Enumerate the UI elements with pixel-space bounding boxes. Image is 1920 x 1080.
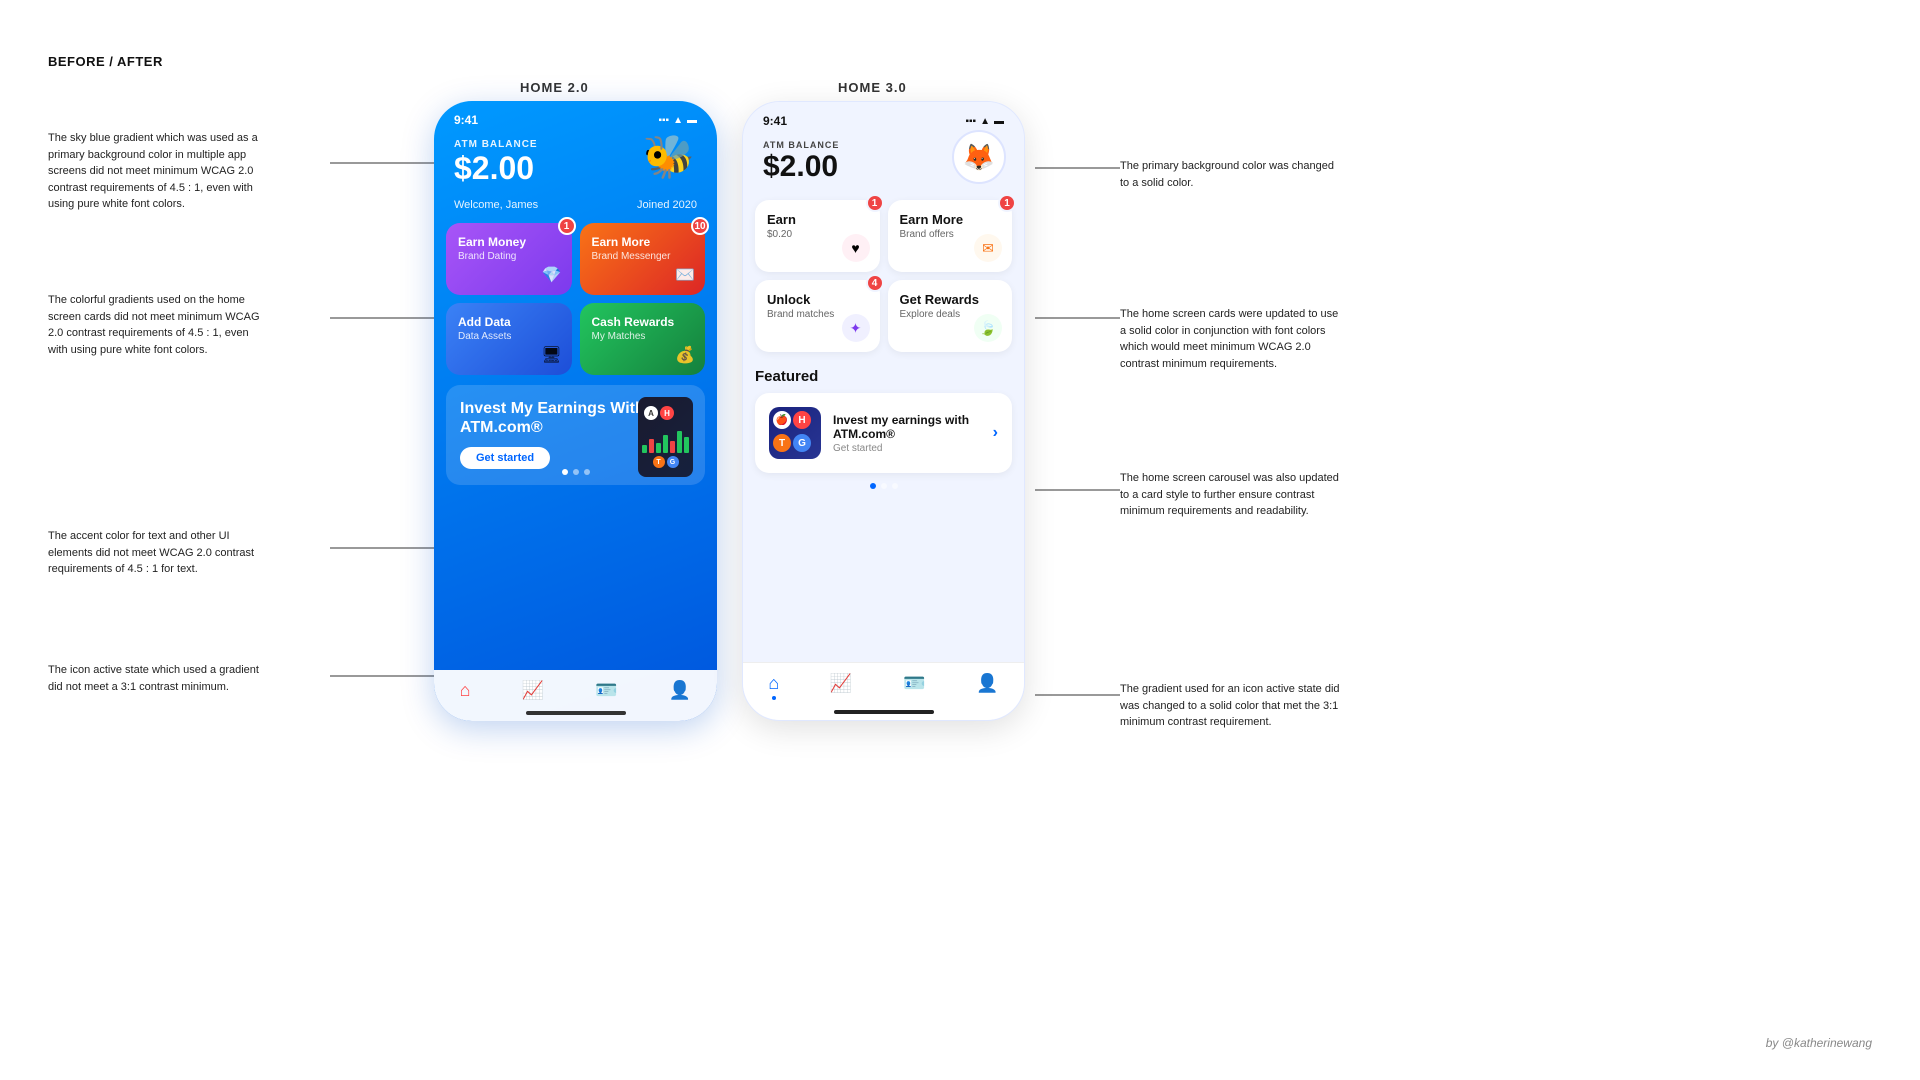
card-get-rewards[interactable]: Get Rewards Explore deals 🍃 bbox=[888, 280, 1013, 352]
home3-label: HOME 3.0 bbox=[838, 80, 907, 95]
featured-thumb: 🍎 H T G bbox=[769, 407, 821, 459]
card-get-rewards-title: Get Rewards bbox=[900, 292, 1001, 307]
phone-home3: 9:41 ▪▪▪ ▲ ▬ ATM BALANCE $2.00 🦊 1 Earn … bbox=[742, 101, 1025, 721]
card-earn-money[interactable]: 1 Earn Money Brand Dating 💎 bbox=[446, 223, 572, 295]
featured-title: Featured bbox=[755, 368, 1012, 385]
cards-grid-2: 1 Earn Money Brand Dating 💎 10 Earn More… bbox=[434, 223, 717, 375]
card-nav-icon-3[interactable]: 🪪 bbox=[903, 673, 925, 700]
badge-earn-money: 1 bbox=[558, 217, 576, 235]
unlock-icon: ✦ bbox=[842, 314, 870, 342]
earn-more-icon-3: ✉ bbox=[974, 234, 1002, 262]
cash-rewards-icon: 💰 bbox=[675, 345, 695, 365]
status-bar-3: 9:41 ▪▪▪ ▲ ▬ bbox=[743, 102, 1024, 132]
card-cash-rewards-title: Cash Rewards bbox=[592, 315, 694, 329]
dot3-2 bbox=[881, 483, 887, 489]
brand-apple: 🍎 bbox=[773, 411, 791, 429]
badge-unlock: 4 bbox=[866, 274, 884, 292]
brand-h: H bbox=[793, 411, 811, 429]
time-2: 9:41 bbox=[454, 113, 478, 127]
dot-3 bbox=[584, 469, 590, 475]
mascot-3: 🦊 bbox=[952, 130, 1008, 186]
home-nav-icon[interactable]: ⌂ bbox=[460, 680, 471, 701]
r-annotation-2: The home screen cards were updated to us… bbox=[1120, 306, 1338, 372]
card-earn-more-3[interactable]: 1 Earn More Brand offers ✉ bbox=[888, 200, 1013, 272]
earn-money-icon: 💎 bbox=[542, 265, 562, 285]
card-earn-more[interactable]: 10 Earn More Brand Messenger ✉️ bbox=[580, 223, 706, 295]
brand-g: G bbox=[793, 434, 811, 452]
welcome-text: Welcome, James bbox=[454, 199, 538, 211]
chart-nav-icon[interactable]: 📈 bbox=[522, 680, 544, 701]
card-nav-icon[interactable]: 🪪 bbox=[595, 680, 617, 701]
invest-banner-2: Invest My Earnings With ATM.com® Get sta… bbox=[446, 385, 705, 485]
card-add-data[interactable]: Add Data Data Assets 🖥 bbox=[446, 303, 572, 375]
card-earn-more-sub: Brand Messenger bbox=[592, 251, 694, 262]
feat-sub: Get started bbox=[833, 443, 998, 454]
featured-section: Featured 🍎 H T G Invest my earnings with… bbox=[743, 360, 1024, 497]
badge-earn-more-3: 1 bbox=[998, 194, 1016, 212]
card-earn-more-title-3: Earn More bbox=[900, 212, 1001, 227]
dot-1 bbox=[562, 469, 568, 475]
card-earn-more-title: Earn More bbox=[592, 235, 694, 249]
home-indicator-3 bbox=[834, 710, 934, 714]
attribution: by @katherinewang bbox=[1766, 1036, 1872, 1050]
battery-icon: ▬ bbox=[687, 115, 697, 126]
feat-title: Invest my earnings with ATM.com® bbox=[833, 413, 998, 441]
r-annotation-3: The home screen carousel was also update… bbox=[1120, 470, 1339, 520]
invest-phone-visual: A H T G bbox=[638, 397, 693, 477]
dot3-1 bbox=[870, 483, 876, 489]
status-icons-2: ▪▪▪ ▲ ▬ bbox=[658, 115, 697, 126]
dot-2 bbox=[573, 469, 579, 475]
home-nav-icon-3[interactable]: ⌂ bbox=[768, 673, 779, 694]
phone-home2: 9:41 ▪▪▪ ▲ ▬ ATM BALANCE $2.00 🐝 Welcome… bbox=[434, 101, 717, 721]
card-earn-money-title: Earn Money bbox=[458, 235, 560, 249]
battery-icon-3: ▬ bbox=[994, 116, 1004, 127]
dot3-3 bbox=[892, 483, 898, 489]
earn-icon: ♥ bbox=[842, 234, 870, 262]
brand-t: T bbox=[773, 434, 791, 452]
joined-text: Joined 2020 bbox=[637, 199, 697, 211]
card-cash-rewards-sub: My Matches bbox=[592, 331, 694, 342]
r-annotation-1: The primary background color was changed… bbox=[1120, 158, 1334, 191]
card-cash-rewards[interactable]: Cash Rewards My Matches 💰 bbox=[580, 303, 706, 375]
user-nav-icon-3[interactable]: 👤 bbox=[976, 673, 998, 700]
status-icons-3: ▪▪▪ ▲ ▬ bbox=[965, 116, 1004, 127]
time-3: 9:41 bbox=[763, 114, 787, 128]
featured-card[interactable]: 🍎 H T G Invest my earnings with ATM.com®… bbox=[755, 393, 1012, 473]
wifi-icon-3: ▲ bbox=[980, 116, 990, 127]
annotation-3: The accent color for text and other UI e… bbox=[48, 528, 254, 578]
card-unlock-title: Unlock bbox=[767, 292, 868, 307]
earn-more-icon: ✉️ bbox=[675, 265, 695, 285]
r-annotation-4: The gradient used for an icon active sta… bbox=[1120, 681, 1340, 731]
signal-icon: ▪▪▪ bbox=[658, 115, 669, 126]
status-bar-2: 9:41 ▪▪▪ ▲ ▬ bbox=[434, 101, 717, 131]
chart-nav-icon-3[interactable]: 📈 bbox=[830, 673, 852, 700]
card-add-data-title: Add Data bbox=[458, 315, 560, 329]
page-title: BEFORE / AFTER bbox=[48, 54, 163, 69]
card-add-data-sub: Data Assets bbox=[458, 331, 560, 342]
card-earn-money-sub: Brand Dating bbox=[458, 251, 560, 262]
card-earn-title: Earn bbox=[767, 212, 868, 227]
annotation-4: The icon active state which used a gradi… bbox=[48, 662, 259, 695]
featured-chevron: › bbox=[993, 424, 998, 442]
invest-btn-2[interactable]: Get started bbox=[460, 447, 550, 469]
user-nav-icon[interactable]: 👤 bbox=[669, 680, 691, 701]
badge-earn: 1 bbox=[866, 194, 884, 212]
get-rewards-icon: 🍃 bbox=[974, 314, 1002, 342]
home2-label: HOME 2.0 bbox=[520, 80, 589, 95]
card-earn[interactable]: 1 Earn $0.20 ♥ bbox=[755, 200, 880, 272]
signal-icon-3: ▪▪▪ bbox=[965, 116, 976, 127]
badge-earn-more: 10 bbox=[691, 217, 709, 235]
home-indicator-2 bbox=[526, 711, 626, 715]
annotation-2: The colorful gradients used on the home … bbox=[48, 292, 260, 358]
mascot-circle: 🦊 bbox=[952, 130, 1006, 184]
bee-mascot: 🐝 bbox=[637, 129, 701, 193]
wifi-icon: ▲ bbox=[673, 115, 683, 126]
annotation-1: The sky blue gradient which was used as … bbox=[48, 130, 258, 213]
add-data-icon: 🖥 bbox=[541, 345, 561, 365]
cards-grid-3: 1 Earn $0.20 ♥ 1 Earn More Brand offers … bbox=[743, 192, 1024, 360]
card-unlock[interactable]: 4 Unlock Brand matches ✦ bbox=[755, 280, 880, 352]
